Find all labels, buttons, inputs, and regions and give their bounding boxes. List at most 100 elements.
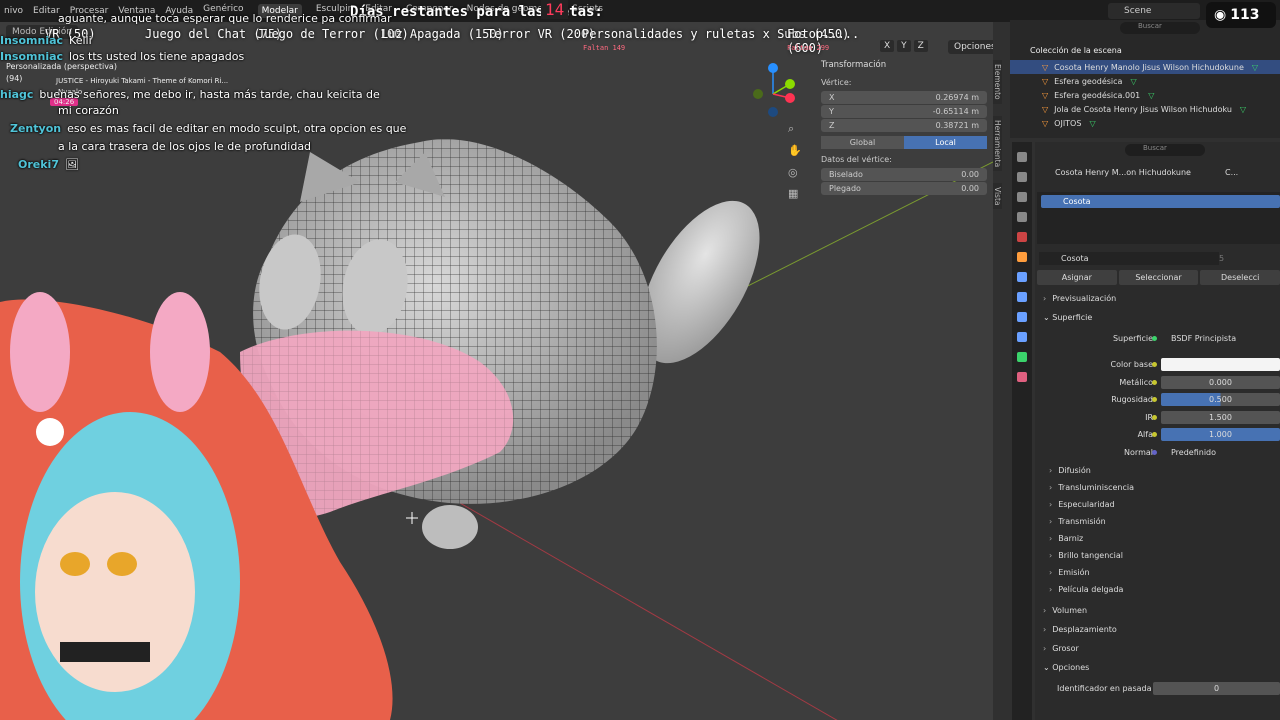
vertex-data-value: 0.00 (961, 184, 979, 193)
particles-tab-icon[interactable] (1017, 292, 1027, 302)
slot-button[interactable]: Seleccionar (1118, 270, 1199, 285)
menu-item[interactable]: Editar (33, 6, 60, 16)
shader-subpanel[interactable]: Especularidad (1049, 500, 1114, 509)
chat-username: Insomniac (0, 50, 64, 63)
material-slot-list[interactable]: Cosota (1037, 192, 1280, 244)
tool-tab-icon[interactable] (1017, 152, 1027, 162)
shader-param-value[interactable]: 1.000 (1161, 428, 1280, 442)
mesh-icon: ▽ (1042, 62, 1049, 72)
shader-param-label: Metálico (1119, 377, 1153, 387)
material-slot-selected[interactable]: Cosota (1041, 195, 1280, 208)
outliner-item[interactable]: ▽ Esfera geodésica ▽ (1010, 74, 1280, 88)
outliner-panel: Colección de la escena ▽ Cosota Henry Man… (1010, 20, 1280, 138)
shader-param-value[interactable]: Predefinido (1161, 446, 1280, 459)
shader-selector[interactable]: BSDF Principista (1161, 332, 1280, 345)
material-panel[interactable]: Desplazamiento (1043, 625, 1117, 634)
space-option[interactable]: Global (821, 136, 904, 149)
outliner-item-name: Esfera geodésica.001 (1054, 90, 1141, 100)
shader-param-row: Normal Predefinido (1035, 446, 1280, 460)
shader-subpanel[interactable]: Difusión (1049, 466, 1091, 475)
outliner-item-name: OJITOS (1054, 118, 1082, 128)
outliner-item-name: Jola de Cosota Henry Jisus Wilson Hichud… (1054, 104, 1232, 114)
vertex-coordinate-field[interactable]: Y -0.65114 m (821, 105, 987, 118)
constraint-tab-icon[interactable] (1017, 332, 1027, 342)
vertex-label: Vértice: (821, 78, 852, 87)
3d-cursor[interactable] (406, 512, 418, 524)
data-tab-icon[interactable] (1017, 352, 1027, 362)
vertex-data-label: Datos del vértice: (821, 155, 892, 164)
mesh-data-icon: ▽ (1239, 104, 1247, 114)
panel-options[interactable]: ⌄ Opciones (1043, 663, 1089, 672)
physics-tab-icon[interactable] (1017, 312, 1027, 322)
goal-remaining: Faltan 149 (583, 44, 626, 52)
outliner-item[interactable]: ▽ Jola de Cosota Henry Jisus Wilson Hichu… (1010, 102, 1280, 116)
shader-subpanel[interactable]: Película delgada (1049, 585, 1123, 594)
axis-value: -0.65114 m (932, 107, 979, 116)
shader-subpanel[interactable]: Transluminiscencia (1049, 483, 1134, 492)
options-dropdown[interactable]: Opciones (948, 40, 993, 54)
mesh-data-icon: ▽ (1148, 90, 1155, 100)
axis-label: Z (829, 121, 835, 130)
camera-icon: ◎ (788, 166, 798, 179)
object-tab-icon[interactable] (1017, 252, 1027, 262)
shader-param-value[interactable]: 1.500 (1161, 410, 1280, 424)
mirror-axis-button[interactable]: Y (897, 40, 911, 52)
shader-socket-icon (1152, 432, 1157, 438)
outliner-search-input[interactable]: Buscar (1120, 22, 1200, 34)
render-tab-icon[interactable] (1017, 172, 1027, 182)
zoom-icon: ⌕ (788, 122, 794, 135)
mirror-axis-button[interactable]: Z (913, 40, 928, 52)
chat-text: buenas señores, me debo ir, hasta más ta… (39, 88, 380, 101)
shader-subpanel[interactable]: Transmisión (1049, 517, 1106, 526)
space-option[interactable]: Local (904, 136, 987, 149)
navigation-gizmo[interactable] (753, 63, 795, 117)
material-tab-icon[interactable] (1017, 372, 1027, 382)
scene-tab-icon[interactable] (1017, 232, 1027, 242)
mirror-axis-button[interactable]: X (880, 40, 895, 52)
shader-subpanel[interactable]: Brillo tangencial (1049, 551, 1123, 560)
material-name-field[interactable]: Cosota (1039, 252, 1219, 265)
axis-value: 0.38721 m (935, 121, 979, 130)
panel-preview[interactable]: Previsualización (1043, 294, 1116, 303)
slot-button[interactable]: Deselecci (1200, 270, 1280, 285)
mesh-icon: ▽ (1042, 118, 1049, 128)
viewport-tool-icons[interactable]: ⌕ ✋ ◎ ▦ (788, 122, 802, 200)
view-layer-tab-icon[interactable] (1017, 212, 1027, 222)
shader-param-value[interactable]: 0.000 (1161, 375, 1280, 389)
scene-collection[interactable]: Colección de la escena (1010, 46, 1280, 60)
vertex-fields: X 0.26974 m Y -0.65114 m Z 0.38721 m (815, 91, 987, 132)
vertex-data-field[interactable]: Plegado 0.00 (821, 182, 987, 195)
outliner-item[interactable]: ▽ Cosota Henry Manolo Jisus Wilson Hichud… (1010, 60, 1280, 74)
shader-subpanel[interactable]: Barniz (1049, 534, 1083, 543)
vertex-coordinate-field[interactable]: Z 0.38721 m (821, 119, 987, 132)
grid-icon: ▦ (788, 187, 798, 200)
shader-subpanel[interactable]: Emisión (1049, 568, 1089, 577)
outliner-item[interactable]: ▽ OJITOS ▽ (1010, 116, 1280, 130)
goal-remaining: Faltan 299 (787, 44, 830, 52)
output-tab-icon[interactable] (1017, 192, 1027, 202)
chat-message: a la cara trasera de los ojos le de prof… (58, 140, 311, 153)
mesh-icon: ▽ (1042, 104, 1049, 114)
vertex-data-fields: Biselado 0.00 Plegado 0.00 (815, 168, 987, 195)
pass-index-field[interactable]: 0 (1153, 682, 1280, 695)
vertex-data-field[interactable]: Biselado 0.00 (821, 168, 987, 181)
shader-socket-icon (1152, 450, 1157, 455)
slot-button[interactable]: Asignar (1037, 270, 1117, 285)
panel-surface[interactable]: ⌄ Superficie (1043, 313, 1092, 322)
sidebar-tab[interactable]: Herramienta (993, 115, 1002, 171)
scene-selector[interactable]: Scene (1108, 3, 1200, 19)
sidebar-tab[interactable]: Elemento (993, 60, 1002, 104)
shader-param-value[interactable]: 0.500 (1161, 393, 1280, 407)
material-panel[interactable]: Grosor (1043, 644, 1079, 653)
properties-search-input[interactable]: Buscar (1125, 144, 1205, 156)
shader-param-label: Normal (1124, 448, 1153, 457)
transform-section-header[interactable]: Transformación (815, 60, 987, 70)
menu-item[interactable]: nivo (4, 6, 23, 16)
shader-param-value[interactable] (1161, 358, 1280, 371)
modifier-tab-icon[interactable] (1017, 272, 1027, 282)
sidebar-tab[interactable]: Vista (993, 182, 1002, 210)
material-panel[interactable]: Volumen (1043, 606, 1087, 615)
outliner-item[interactable]: ▽ Esfera geodésica.001 ▽ (1010, 88, 1280, 102)
vertex-coordinate-field[interactable]: X 0.26974 m (821, 91, 987, 104)
mesh-icon: ▽ (1042, 90, 1049, 100)
